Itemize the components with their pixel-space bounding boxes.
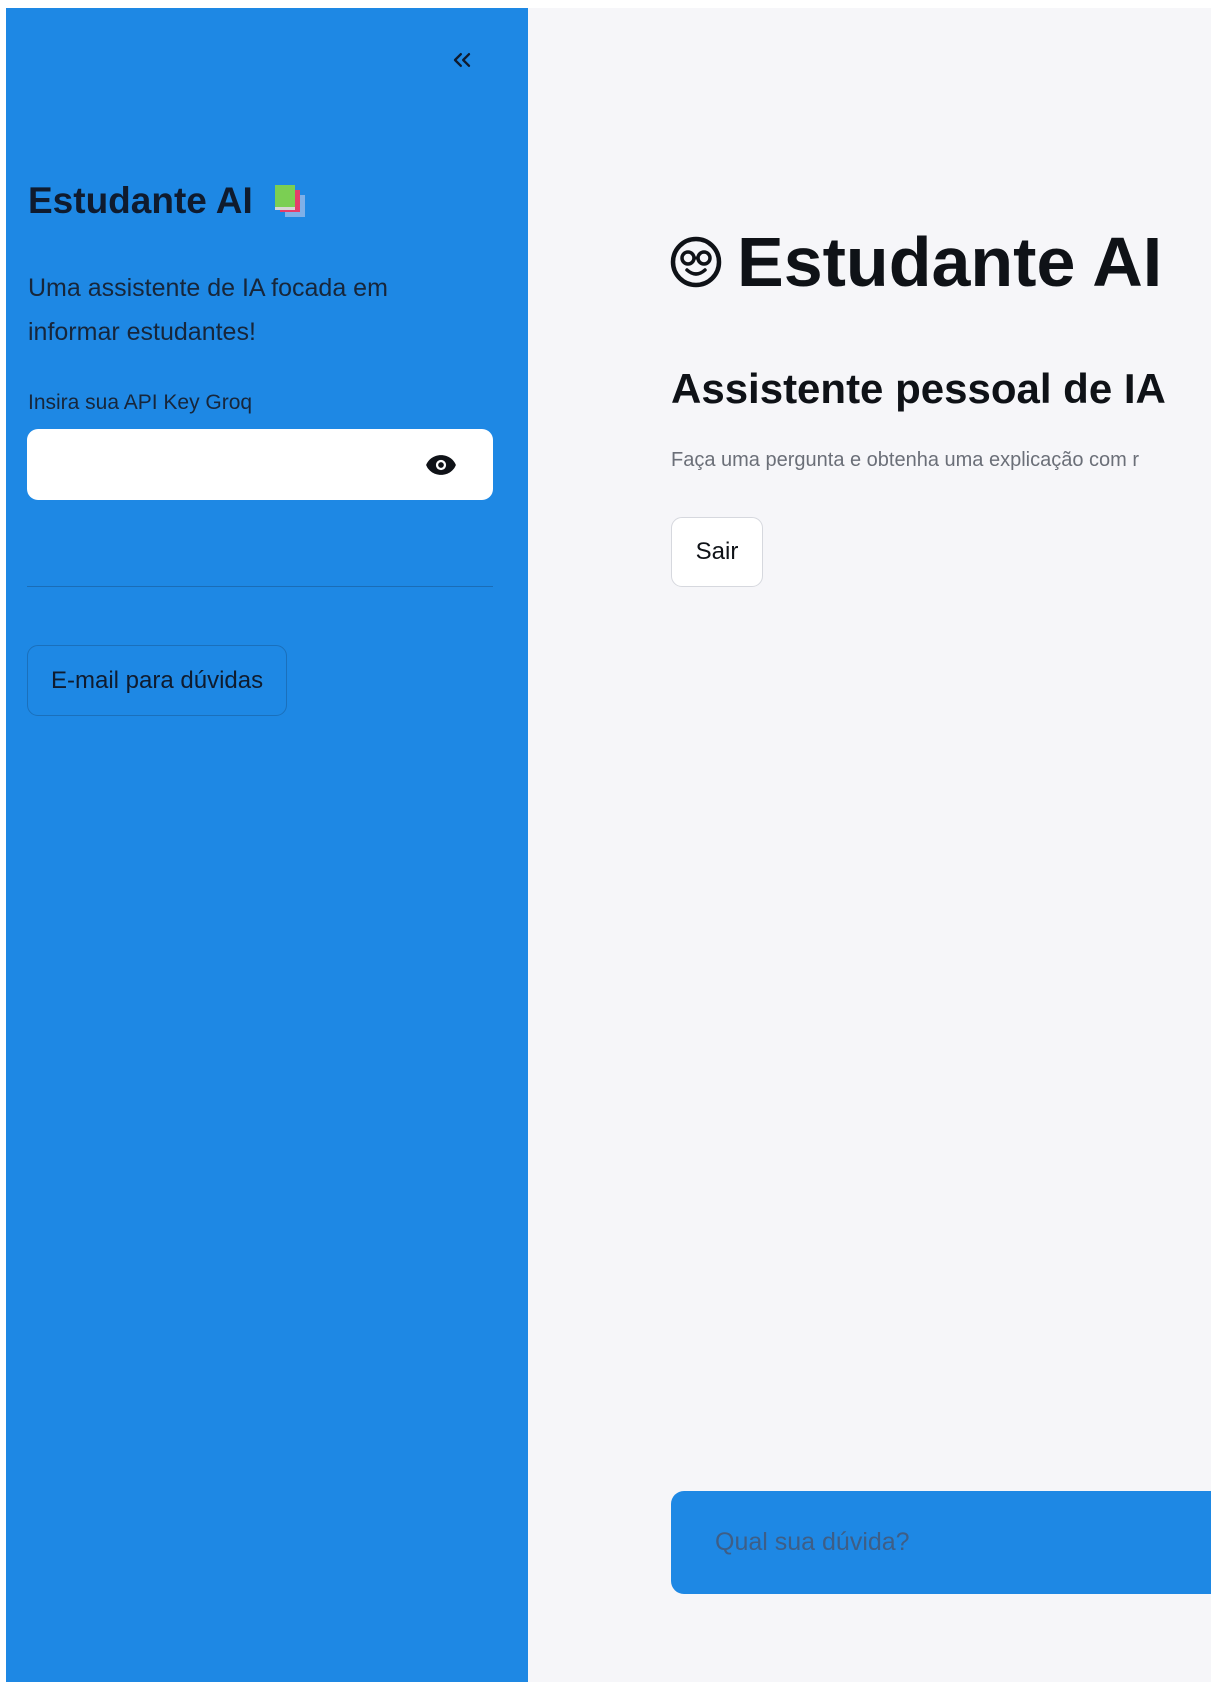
sidebar-divider	[27, 586, 493, 587]
page-title: Estudante AI	[669, 222, 1162, 302]
chat-input[interactable]	[671, 1491, 1211, 1594]
api-key-label: Insira sua API Key Groq	[28, 391, 253, 414]
app-window: Estudante AI Uma assistente de IA focada…	[6, 8, 1211, 1682]
sidebar-description: Uma assistente de IA focada em informar …	[28, 274, 388, 346]
chevron-double-left-icon	[453, 53, 471, 68]
sidebar-title: Estudante AI	[28, 180, 309, 222]
exit-button[interactable]: Sair	[671, 517, 763, 587]
chat-input-container	[671, 1491, 1211, 1594]
api-key-field	[27, 429, 493, 500]
eye-icon	[426, 455, 456, 475]
sidebar-title-text: Estudante AI	[28, 180, 253, 221]
collapse-sidebar-button[interactable]	[444, 42, 480, 78]
sidebar: Estudante AI Uma assistente de IA focada…	[6, 8, 528, 1682]
api-key-input[interactable]	[27, 429, 417, 500]
email-questions-button[interactable]: E-mail para dúvidas	[27, 645, 288, 716]
page-title-text: Estudante AI	[737, 223, 1163, 301]
books-icon	[269, 181, 309, 221]
page-caption: Faça uma pergunta e obtenha uma explicaç…	[671, 449, 1140, 471]
main-content: Estudante AI Assistente pessoal de IA Fa…	[528, 8, 1211, 1682]
nerd-face-icon	[670, 236, 722, 288]
toggle-visibility-button[interactable]	[421, 445, 461, 485]
page-subtitle: Assistente pessoal de IA	[671, 365, 1166, 412]
